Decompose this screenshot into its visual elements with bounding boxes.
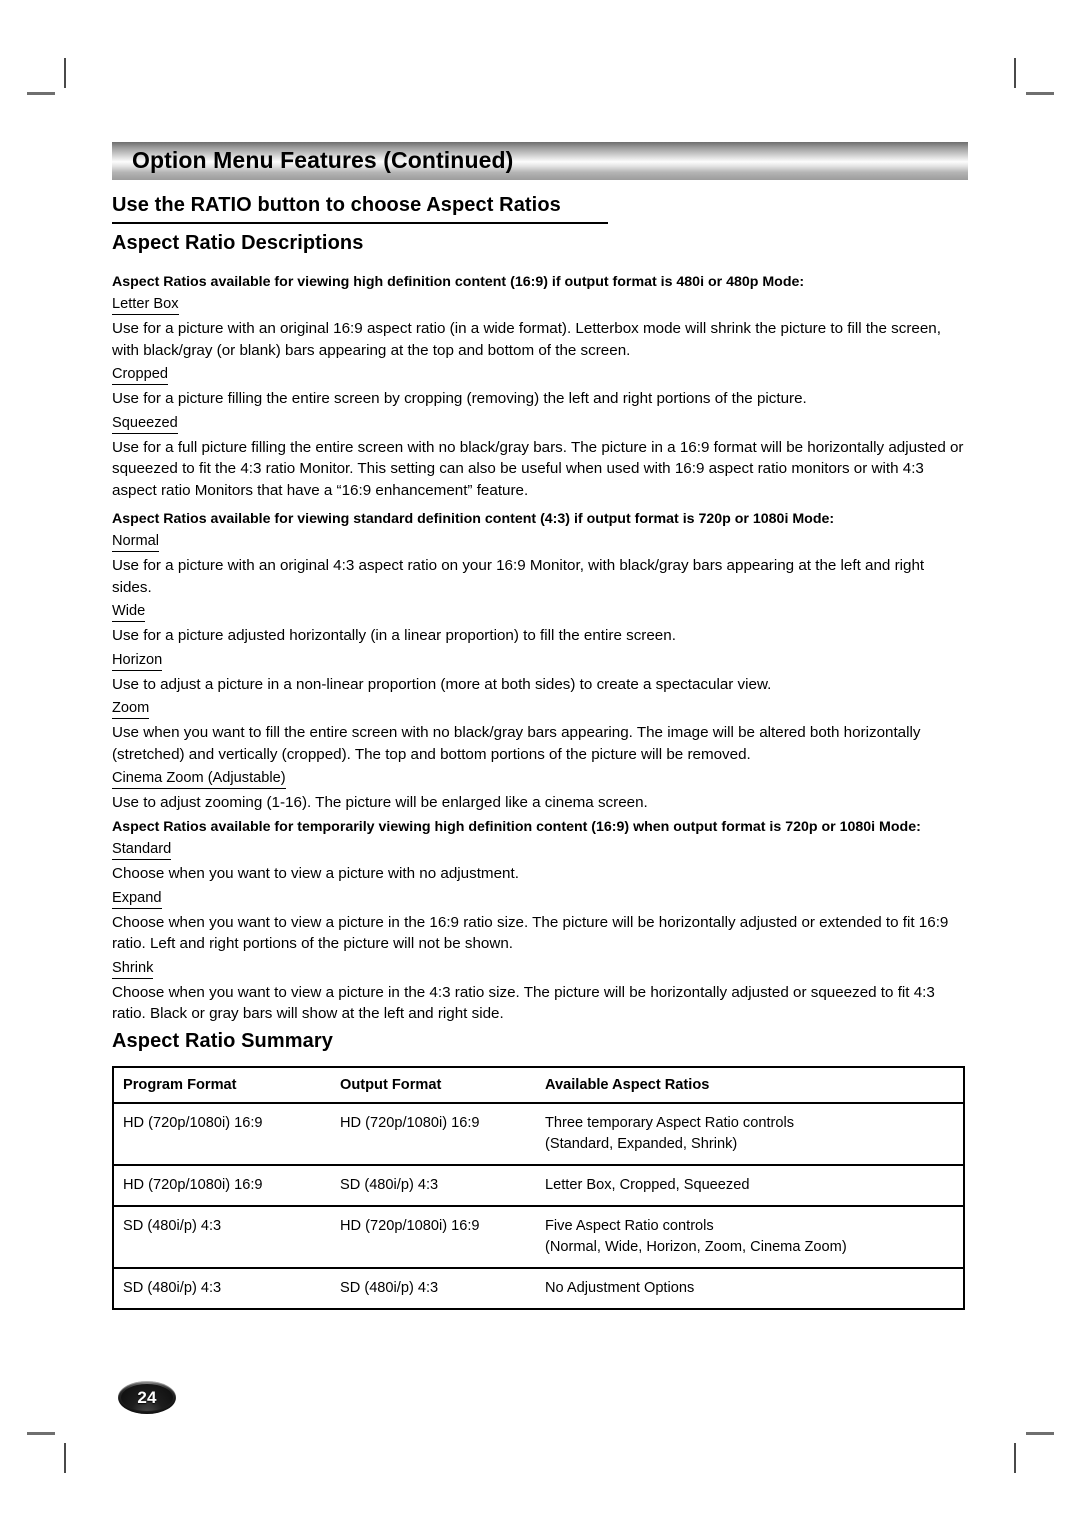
cell-program-format: SD (480i/p) 4:3 [123,1218,222,1234]
term-row: Zoom [112,699,968,719]
term-description: Use for a full picture filling the entir… [112,438,964,499]
section-lead-text: Aspect Ratios available for viewing stan… [112,511,835,527]
cell-program-format: HD (720p/1080i) 16:9 [123,1177,263,1193]
term-label: Horizon [112,651,163,671]
crop-mark-top-right-horizontal [1026,92,1054,95]
crop-mark-bottom-left-horizontal [27,1432,55,1435]
term-label: Expand [112,889,162,909]
table-row: HD (720p/1080i) 16:9 SD (480i/p) 4:3 Let… [113,1165,964,1206]
section-heading-ratio-button: Use the RATIO button to choose Aspect Ra… [112,194,561,216]
ratios-line-1: Letter Box, Cropped, Squeezed [545,1177,750,1193]
column-header-available-aspect-ratios: Available Aspect Ratios [536,1067,964,1104]
section-heading-descriptions: Aspect Ratio Descriptions [112,232,364,254]
term-row: Normal [112,532,968,552]
cell-available-aspect-ratios: No Adjustment Options [536,1268,964,1309]
term-row: Cinema Zoom (Adjustable) [112,769,968,789]
page-number-badge: 24 [118,1381,176,1414]
chapter-banner: Option Menu Features (Continued) [112,142,968,180]
aspect-ratio-section-sd: Aspect Ratios available for viewing stan… [112,509,968,818]
term-row: Expand [112,889,968,909]
ratios-line-1: Five Aspect Ratio controls [545,1218,714,1234]
term-label: Normal [112,532,160,552]
cell-available-aspect-ratios: Letter Box, Cropped, Squeezed [536,1165,964,1206]
aspect-ratio-summary-table: Program Format Output Format Available A… [112,1066,965,1310]
column-header-output-format: Output Format [331,1067,536,1104]
crop-mark-top-left-horizontal [27,92,55,95]
cell-available-aspect-ratios: Five Aspect Ratio controls (Normal, Wide… [536,1206,964,1268]
cell-available-aspect-ratios: Three temporary Aspect Ratio controls (S… [536,1103,964,1165]
crop-mark-top-left-vertical [64,58,66,88]
page-number: 24 [137,1387,157,1407]
term-description: Use for a picture filling the entire scr… [112,390,807,407]
column-header-program-format: Program Format [113,1067,331,1104]
ratios-line-2: (Normal, Wide, Horizon, Zoom, Cinema Zoo… [545,1239,847,1255]
term-description: Choose when you want to view a picture i… [112,913,949,953]
ratios-line-1: Three temporary Aspect Ratio controls [545,1115,795,1131]
table-row: SD (480i/p) 4:3 SD (480i/p) 4:3 No Adjus… [113,1268,964,1309]
section-heading-summary: Aspect Ratio Summary [112,1030,333,1052]
term-label: Shrink [112,959,154,979]
term-label: Cropped [112,365,168,385]
term-label: Zoom [112,699,150,719]
term-row: Shrink [112,959,968,979]
term-description: Choose when you want to view a picture i… [112,983,935,1023]
term-row: Standard [112,840,968,860]
crop-mark-bottom-right-vertical [1014,1443,1016,1473]
term-description: Use for a picture with an original 4:3 a… [112,557,925,596]
crop-mark-bottom-right-horizontal [1026,1432,1054,1435]
term-row: Cropped [112,365,968,385]
ratios-line-2: (Standard, Expanded, Shrink) [545,1136,738,1152]
crop-mark-bottom-left-vertical [64,1443,66,1473]
term-description: Use for a picture adjusted horizontally … [112,627,676,644]
ratios-line-1: No Adjustment Options [545,1280,695,1296]
term-description: Use to adjust zooming (1-16). The pictur… [112,794,648,811]
term-description: Use to adjust a picture in a non-linear … [112,675,772,693]
term-row: Wide [112,602,968,622]
section-lead-text: Aspect Ratios available for temporarily … [112,819,921,835]
term-description: Choose when you want to view a picture w… [112,865,519,882]
term-label: Standard [112,840,172,860]
section-heading-rule [112,222,608,224]
term-row: Horizon [112,651,968,671]
term-description: Use for a picture with an original 16:9 … [112,320,941,359]
table-row: HD (720p/1080i) 16:9 HD (720p/1080i) 16:… [113,1103,964,1165]
aspect-ratio-section-480: Aspect Ratios available for viewing high… [112,272,968,505]
cell-program-format: HD (720p/1080i) 16:9 [123,1115,263,1131]
section-lead-text: Aspect Ratios available for viewing high… [112,274,805,290]
cell-program-format: SD (480i/p) 4:3 [123,1280,222,1296]
term-row: Letter Box [112,295,968,315]
term-label: Squeezed [112,414,178,434]
aspect-ratio-section-temporary: Aspect Ratios available for temporarily … [112,817,968,1029]
term-label: Cinema Zoom (Adjustable) [112,769,286,789]
cell-output-format: SD (480i/p) 4:3 [340,1177,439,1193]
cell-output-format: SD (480i/p) 4:3 [340,1280,439,1296]
crop-mark-top-right-vertical [1014,58,1016,88]
table-header-row: Program Format Output Format Available A… [113,1067,964,1104]
term-description: Use when you want to fill the entire scr… [112,724,921,763]
cell-output-format: HD (720p/1080i) 16:9 [340,1218,480,1234]
term-row: Squeezed [112,414,968,434]
term-label: Wide [112,602,146,622]
chapter-title: Option Menu Features (Continued) [132,146,514,173]
cell-output-format: HD (720p/1080i) 16:9 [340,1115,480,1131]
table-row: SD (480i/p) 4:3 HD (720p/1080i) 16:9 Fiv… [113,1206,964,1268]
term-label: Letter Box [112,295,179,315]
